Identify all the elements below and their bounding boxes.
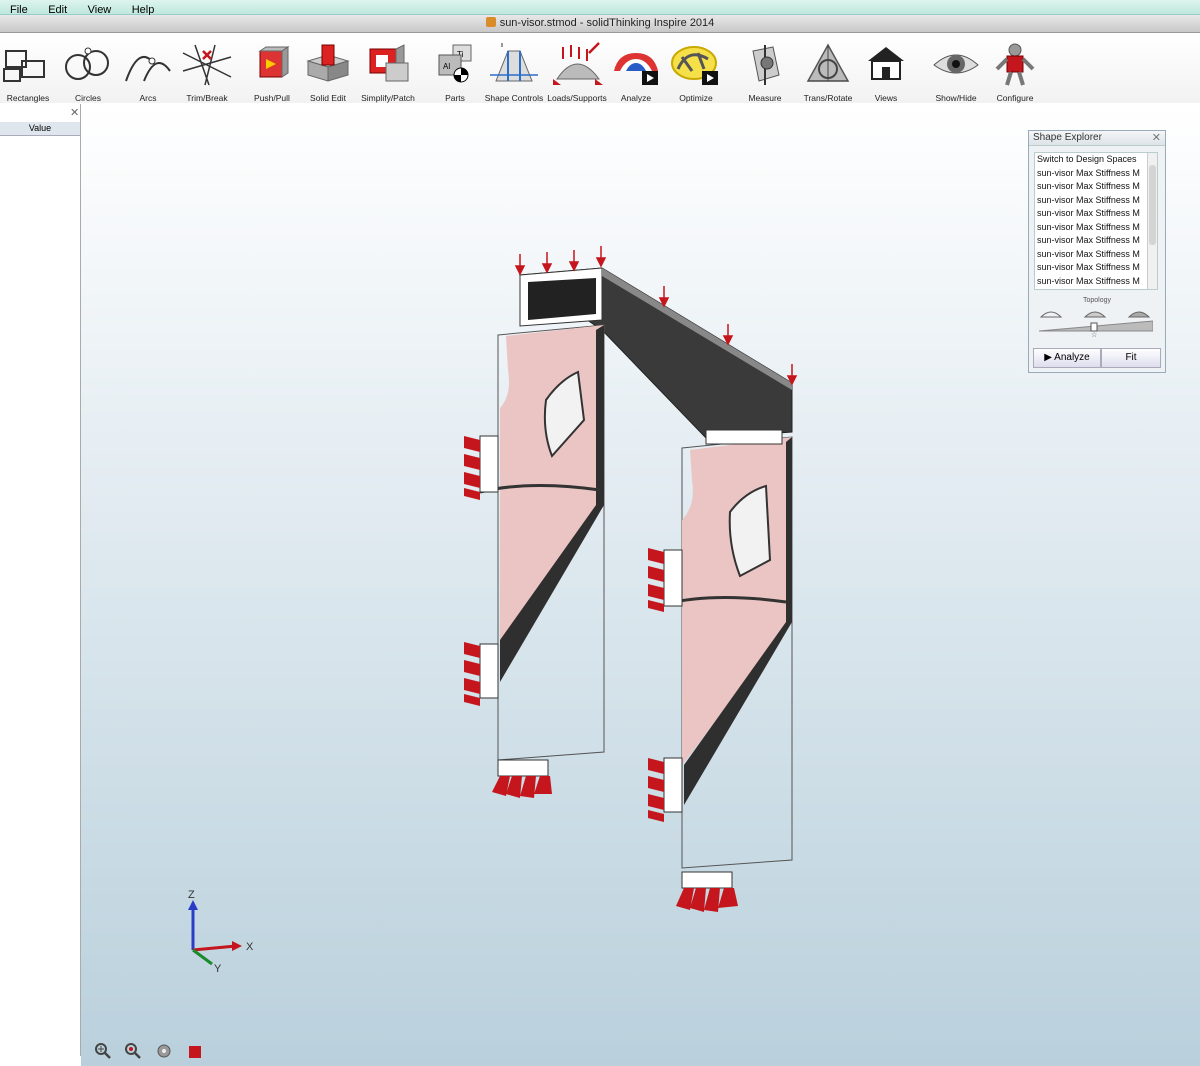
list-item[interactable]: sun-visor Max Stiffness M [1035, 261, 1157, 275]
trim-break-icon [182, 44, 232, 86]
parts-icon: TiAl [438, 44, 472, 83]
star-icon: ☆ [1091, 331, 1097, 337]
tool-label: Trim/Break [186, 93, 228, 103]
mount-pad [663, 757, 683, 813]
tool-views[interactable]: Views [851, 37, 921, 103]
optimize-icon [671, 46, 718, 85]
list-item[interactable]: sun-visor Max Stiffness M [1035, 167, 1157, 181]
view-controls [94, 1042, 211, 1065]
trans-rotate-icon [806, 43, 850, 82]
tool-label: Optimize [679, 93, 713, 103]
slider-handle[interactable] [1090, 322, 1098, 332]
measure-icon [752, 45, 780, 85]
analyze-button-label: Analyze [1054, 352, 1090, 363]
mount-pad [479, 435, 499, 493]
scrollbar-thumb[interactable] [1149, 165, 1156, 245]
fit-button[interactable]: Fit [1101, 348, 1161, 368]
close-icon[interactable]: ✕ [1152, 131, 1161, 144]
topology-slider[interactable]: ☆ [1039, 307, 1153, 337]
shape-controls-icon [490, 43, 538, 82]
views-icon [868, 47, 904, 80]
axis-triad: Z X Y [188, 889, 254, 975]
svg-text:Al: Al [443, 62, 450, 71]
tool-measure[interactable]: Measure [730, 37, 800, 103]
mount-pad [497, 759, 549, 777]
tool-configure[interactable]: Configure [980, 37, 1050, 103]
mount-pad [681, 871, 733, 889]
list-item[interactable]: Switch to Design Spaces [1035, 153, 1157, 167]
tool-label: Configure [996, 93, 1034, 103]
property-panel [0, 104, 81, 1056]
analyze-button[interactable]: ▶ Analyze [1033, 348, 1101, 368]
window-title: sun-visor.stmod - solidThinking Inspire … [499, 17, 715, 29]
axis-x-label: X [246, 941, 254, 953]
shape-explorer-panel: Shape Explorer ✕ Switch to Design Spaces… [1028, 130, 1166, 373]
beam-opening [528, 278, 596, 320]
tool-label: Views [874, 93, 898, 103]
list-item[interactable]: sun-visor Max Stiffness M [1035, 194, 1157, 208]
show-hide-icon [933, 54, 979, 74]
list-item[interactable]: sun-visor Max Stiffness M [1035, 221, 1157, 235]
close-icon[interactable]: ✕ [70, 106, 79, 119]
loads-supports-icon [553, 42, 603, 85]
simplify-patch-icon [369, 44, 409, 82]
topology-label: Topology [1082, 297, 1112, 304]
beam-end-face [705, 429, 783, 445]
tool-simplify-patch[interactable]: Simplify/Patch [353, 37, 423, 103]
push-pull-icon [258, 46, 290, 78]
axis-z-label: Z [188, 889, 195, 901]
configure-icon [995, 43, 1035, 86]
arcs-icon [125, 56, 171, 82]
menu-bar: File Edit View Help [0, 0, 1200, 16]
toolbar: Rectangles Circles Arcs Trim/Break Push/… [0, 33, 1200, 103]
zoom-in-icon[interactable] [94, 1042, 112, 1060]
list-item[interactable]: sun-visor Max Stiffness M [1035, 180, 1157, 194]
zoom-region-icon[interactable] [124, 1042, 142, 1060]
tool-optimize[interactable]: Optimize [661, 37, 731, 103]
tool-trim-break[interactable]: Trim/Break [172, 37, 242, 103]
topology-fine-icon [1127, 311, 1151, 318]
stop-icon[interactable] [185, 1042, 203, 1060]
axis-y-label: Y [214, 963, 222, 975]
topology-coarse-icon [1039, 311, 1063, 318]
list-item[interactable]: sun-visor Max Stiffness M [1035, 207, 1157, 221]
analyze-icon [614, 53, 658, 85]
list-item[interactable]: sun-visor Max Stiffness M [1035, 234, 1157, 248]
view-settings-icon[interactable] [155, 1042, 173, 1060]
list-item[interactable]: sun-visor Max Stiffness M [1035, 248, 1157, 262]
solid-edit-icon [306, 44, 350, 82]
shape-explorer-title: Shape Explorer [1029, 131, 1165, 146]
play-icon: ▶ [1044, 352, 1055, 363]
tool-label: Measure [748, 93, 782, 103]
list-item[interactable]: sun-visor Max Stiffness M [1035, 275, 1157, 289]
tool-label: Shape Controls [484, 93, 544, 103]
tool-shape-controls[interactable]: Shape Controls [479, 37, 549, 103]
rectangles-icon [3, 50, 45, 82]
value-column-header: Value [0, 122, 80, 136]
shape-explorer-list[interactable]: Switch to Design Spaces sun-visor Max St… [1034, 152, 1158, 290]
app-icon [485, 17, 496, 27]
window-title-bar: sun-visor.stmod - solidThinking Inspire … [0, 15, 1200, 33]
mount-pad [663, 549, 683, 607]
tool-label: Simplify/Patch [361, 93, 415, 103]
mount-pad [479, 643, 499, 699]
scrollbar[interactable] [1147, 153, 1157, 289]
topology-medium-icon [1083, 311, 1107, 318]
circles-icon [65, 47, 109, 80]
